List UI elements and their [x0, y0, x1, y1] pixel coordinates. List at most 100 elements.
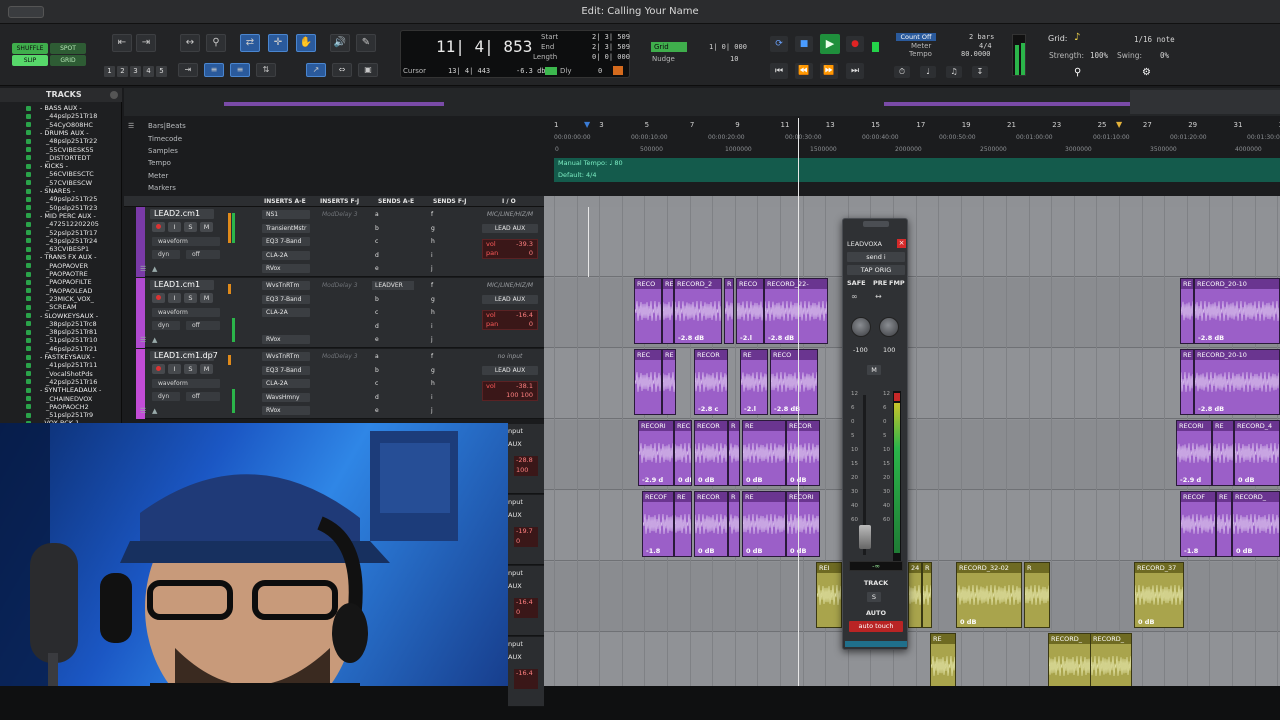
pan-right-knob[interactable]	[879, 317, 899, 337]
grid-button[interactable]: Grid	[651, 42, 687, 52]
track-visibility-toggle[interactable]	[26, 379, 31, 385]
zoom-preset-2[interactable]: 2	[117, 66, 128, 77]
track-list-item[interactable]: _63CVIBESP1	[46, 245, 89, 253]
view-options-icon[interactable]: ▣	[358, 63, 378, 77]
audio-clip[interactable]: RE	[1180, 278, 1194, 344]
pan-value[interactable]: 100	[516, 466, 528, 474]
track-visibility-toggle[interactable]	[26, 180, 31, 186]
mirror-midi-icon[interactable]: ⇅	[256, 63, 276, 77]
insert-slot-f-j[interactable]	[318, 237, 366, 246]
automation-mode-selector[interactable]: off	[186, 392, 220, 401]
tap-orig-selector[interactable]: TAP ORIG	[847, 265, 905, 275]
track-header[interactable]: LEAD1.cm1.dp7 I S Mwaveform dyn off ☰ ▲ WvsTnRTm…	[136, 349, 544, 419]
record-enable-button[interactable]	[152, 222, 165, 232]
track-list-item[interactable]: _CHAINEDVOX	[46, 395, 92, 403]
track-visibility-toggle[interactable]	[26, 387, 31, 393]
output-selector[interactable]: AUX	[508, 511, 522, 519]
pan-left-knob[interactable]	[851, 317, 871, 337]
insert-slot-f-j[interactable]: ModDelay 3	[318, 210, 366, 219]
send-slot-a-e[interactable]: d	[372, 251, 414, 260]
record-enable-button[interactable]	[152, 293, 165, 303]
track-visibility-toggle[interactable]	[26, 163, 31, 169]
insert-slot-a-e[interactable]: RVox	[262, 264, 310, 273]
track-list-item[interactable]: - MID PERC AUX -	[40, 212, 96, 220]
track-name-field[interactable]: LEAD2.cm1	[150, 209, 214, 219]
clip-gain[interactable]: -2.9 d	[1180, 476, 1201, 484]
zoom-preset-5[interactable]: 5	[156, 66, 167, 77]
track-list-item[interactable]: - SNARES -	[40, 187, 75, 195]
strip-solo-button[interactable]: S	[867, 592, 881, 602]
audio-clip[interactable]: RECORI -2.9 d	[638, 420, 674, 486]
track-list-item[interactable]: _38pslp251Tr81	[46, 328, 97, 336]
record-button[interactable]: ●	[846, 36, 864, 52]
clip-gain[interactable]: 0 dB	[746, 547, 762, 555]
send-slot-a-e[interactable]: e	[372, 264, 414, 273]
track-view-selector[interactable]: waveform	[152, 379, 220, 388]
send-slot-f-j[interactable]: f	[428, 281, 470, 290]
send-slot-f-j[interactable]: g	[428, 366, 470, 375]
fast-forward-button[interactable]: ⏩	[820, 63, 838, 79]
send-slot-a-e[interactable]: b	[372, 224, 414, 233]
solo-button[interactable]: S	[184, 222, 197, 232]
track-visibility-toggle[interactable]	[26, 279, 31, 285]
automation-mode-selector[interactable]: off	[186, 321, 220, 330]
dly-value[interactable]: 0	[598, 67, 602, 75]
track-list-item[interactable]: _44pslp251Tr18	[46, 112, 97, 120]
track-list-item[interactable]: _49pslp251Tr25	[46, 195, 97, 203]
clip-gain[interactable]: -1.8	[1184, 547, 1198, 555]
audio-clip[interactable]: RECOF -1.8	[1180, 491, 1216, 557]
input-selector[interactable]: MIC/LINE/HIZ/M	[482, 210, 538, 219]
track-visibility-toggle[interactable]	[26, 371, 31, 377]
gear-icon[interactable]: ⚙	[1142, 67, 1151, 78]
send-slot-f-j[interactable]: i	[428, 251, 470, 260]
main-counter[interactable]: 11| 4| 853	[436, 37, 532, 56]
insert-slot-a-e[interactable]: CLA-2A	[262, 308, 310, 317]
selector-tool-icon[interactable]: ✛	[268, 34, 288, 52]
insertion-follows-icon[interactable]: ↗	[306, 63, 326, 77]
track-list-item[interactable]: _PAOPAOVER	[46, 262, 88, 270]
spot-mode-button[interactable]: SPOT	[50, 43, 86, 54]
zoom-preset-3[interactable]: 3	[130, 66, 141, 77]
midi-merge-icon[interactable]: ↧	[972, 66, 988, 78]
audio-clip[interactable]: RE	[662, 278, 674, 344]
grid-mode-button[interactable]: GRID	[50, 55, 86, 66]
send-slot-a-e[interactable]: d	[372, 393, 414, 402]
link-timeline-icon[interactable]: ≡	[204, 63, 224, 77]
audio-clip[interactable]: R	[922, 562, 932, 628]
insert-slot-f-j[interactable]	[318, 406, 366, 415]
selection-marker-icon[interactable]: ▼	[584, 120, 592, 129]
track-list-item[interactable]: _23MICK_VOX_	[46, 295, 94, 303]
stop-button[interactable]: ■	[795, 36, 813, 52]
pan-left-value[interactable]: -100	[853, 346, 868, 354]
track-visibility-toggle[interactable]	[26, 329, 31, 335]
close-icon[interactable]: ×	[897, 239, 906, 248]
insert-slot-a-e[interactable]: CLA-2A	[262, 379, 310, 388]
send-slot-f-j[interactable]: g	[428, 295, 470, 304]
clip-gain[interactable]: 0 dB	[1138, 618, 1154, 626]
strip-drag-handle[interactable]	[863, 221, 889, 227]
volume-value[interactable]: -38.1	[516, 382, 533, 391]
track-visibility-toggle[interactable]	[26, 196, 31, 202]
pan-value[interactable]: 0	[529, 320, 533, 329]
scroll-options-icon[interactable]: ⇔	[332, 63, 352, 77]
track-visibility-toggle[interactable]	[26, 230, 31, 235]
track-name-field[interactable]: LEAD1.cm1	[150, 280, 214, 290]
track-visibility-toggle[interactable]	[26, 221, 31, 227]
track-visibility-toggle[interactable]	[26, 404, 31, 410]
track-visibility-toggle[interactable]	[26, 105, 31, 111]
clip-gain[interactable]: -2.8 c	[698, 405, 718, 413]
track-list-item[interactable]: _56CVIBESCTC	[46, 170, 94, 178]
track-view-selector[interactable]: waveform	[152, 308, 220, 317]
output-selector[interactable]: AUX	[508, 653, 522, 661]
mute-button[interactable]: M	[200, 364, 213, 374]
audio-clip[interactable]: RE	[1180, 349, 1194, 415]
audio-clip[interactable]: RE	[674, 491, 692, 557]
zoom-preset-4[interactable]: 4	[143, 66, 154, 77]
audio-clip[interactable]: RECORD_ 0 dB	[1232, 491, 1280, 557]
insert-slot-a-e[interactable]: WvsTnRTm	[262, 281, 310, 290]
record-enable-button[interactable]	[152, 364, 165, 374]
send-slot-f-j[interactable]: f	[428, 352, 470, 361]
output-selector[interactable]: AUX	[508, 440, 522, 448]
track-list-item[interactable]: _46pslp251Tr21	[46, 345, 97, 353]
insert-slot-f-j[interactable]: ModDelay 3	[318, 281, 366, 290]
